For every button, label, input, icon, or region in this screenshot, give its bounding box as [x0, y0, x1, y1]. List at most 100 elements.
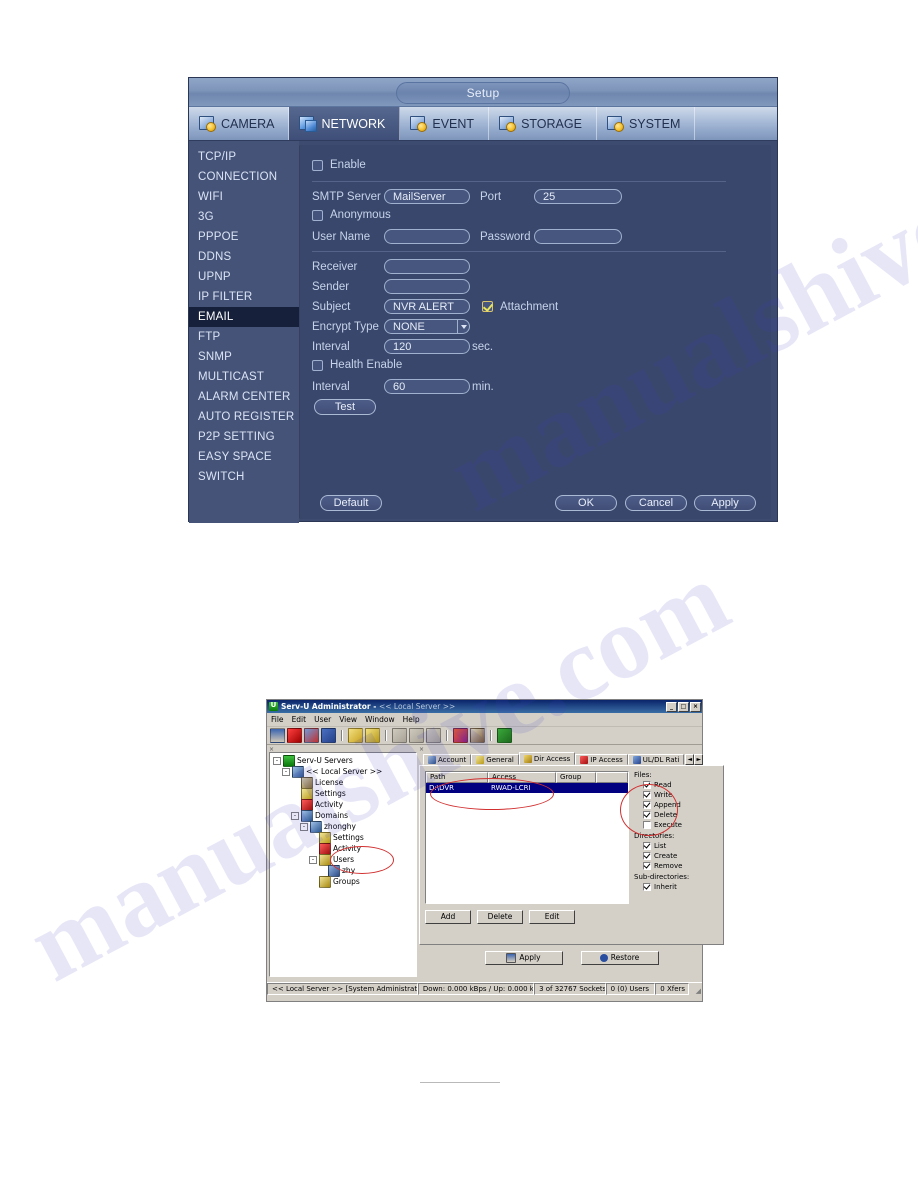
sidebar-item-easy-space[interactable]: EASY SPACE [189, 447, 299, 467]
close-icon[interactable]: × [690, 701, 701, 712]
interval-input[interactable]: 120 [384, 339, 470, 354]
delete-button[interactable]: Delete [477, 910, 523, 924]
file-permission-execute-checkbox[interactable] [643, 821, 651, 829]
new-user-icon[interactable] [365, 728, 380, 743]
health-enable-row[interactable]: Health Enable [312, 359, 402, 371]
maximize-icon[interactable]: □ [678, 701, 689, 712]
sidebar-item-pppoe[interactable]: PPPOE [189, 227, 299, 247]
file-permission-append[interactable]: Append [634, 800, 718, 810]
default-button[interactable]: Default [320, 495, 382, 511]
servu-restore-button[interactable]: Restore [580, 951, 659, 965]
tree-node-users[interactable]: - Users [273, 853, 413, 866]
sidebar-item-upnp[interactable]: UPNP [189, 267, 299, 287]
server-tree[interactable]: - Serv-U Servers - << Local Server >> Licens… [269, 752, 417, 977]
tab-camera[interactable]: CAMERA [189, 107, 290, 140]
column-header-group[interactable]: Group [556, 772, 596, 783]
servu-tab-account[interactable]: Account [423, 754, 472, 765]
servu-tab-ip-access[interactable]: IP Access [575, 754, 628, 765]
column-header-extra[interactable] [596, 772, 628, 783]
undo-icon[interactable] [321, 728, 336, 743]
tree-expander-icon[interactable]: - [273, 756, 281, 765]
tree-node-groups[interactable]: Groups [273, 875, 413, 888]
sidebar-item-ddns[interactable]: DDNS [189, 247, 299, 267]
servu-apply-button[interactable]: Apply [484, 951, 563, 965]
tab-scroll-right-icon[interactable]: ► [694, 754, 704, 765]
tree-node-license[interactable]: License [273, 776, 413, 789]
enable-checkbox[interactable] [312, 159, 323, 171]
menu-edit[interactable]: Edit [292, 715, 307, 724]
tree-node-activity[interactable]: Activity [273, 798, 413, 811]
sidebar-item-ftp[interactable]: FTP [189, 327, 299, 347]
sidebar-item-alarm-center[interactable]: ALARM CENTER [189, 387, 299, 407]
tree-node-serv-u-servers[interactable]: - Serv-U Servers [273, 754, 413, 767]
delete-icon[interactable] [287, 728, 302, 743]
menu-view[interactable]: View [339, 715, 357, 724]
tree-expander-icon[interactable]: - [291, 811, 299, 820]
new-server-icon[interactable] [304, 728, 319, 743]
health-interval-input[interactable]: 60 [384, 379, 470, 394]
file-permission-delete[interactable]: Delete [634, 810, 718, 820]
tab-network[interactable]: NETWORK [289, 107, 401, 140]
tab-event[interactable]: EVENT [400, 107, 490, 140]
cut-icon[interactable] [392, 728, 407, 743]
tree-node-local-server[interactable]: - << Local Server >> [273, 765, 413, 778]
file-permission-write-checkbox[interactable] [643, 791, 651, 799]
copy-icon[interactable] [409, 728, 424, 743]
sidebar-item-switch[interactable]: SWITCH [189, 467, 299, 487]
tree-node-activity[interactable]: Activity [273, 842, 413, 855]
sidebar-item-p2p-setting[interactable]: P2P SETTING [189, 427, 299, 447]
sidebar-item-multicast[interactable]: MULTICAST [189, 367, 299, 387]
resize-grip-icon[interactable]: ◢ [689, 983, 702, 995]
tree-expander-icon[interactable]: - [309, 855, 317, 864]
password-input[interactable] [534, 229, 622, 244]
file-permission-append-checkbox[interactable] [643, 801, 651, 809]
ok-button[interactable]: OK [555, 495, 617, 511]
dir-permission-create-checkbox[interactable] [643, 852, 651, 860]
sidebar-item-ip-filter[interactable]: IP FILTER [189, 287, 299, 307]
sidebar-item-connection[interactable]: CONNECTION [189, 167, 299, 187]
sidebar-item-auto-register[interactable]: AUTO REGISTER [189, 407, 299, 427]
tree-expander-icon[interactable]: - [300, 822, 308, 831]
health-enable-checkbox[interactable] [312, 359, 323, 371]
enable-checkbox-row[interactable]: Enable [312, 159, 366, 171]
servu-tab-ul-dl-rati[interactable]: UL/DL Rati [627, 754, 685, 765]
save-icon[interactable] [270, 728, 285, 743]
sidebar-item-tcp-ip[interactable]: TCP/IP [189, 147, 299, 167]
dir-permission-remove[interactable]: Remove [634, 861, 718, 871]
dir-permission-create[interactable]: Create [634, 851, 718, 861]
sender-input[interactable] [384, 279, 470, 294]
menu-window[interactable]: Window [365, 715, 395, 724]
tab-storage[interactable]: STORAGE [489, 107, 597, 140]
subdir-permission-inherit[interactable]: Inherit [634, 882, 718, 892]
apply-button[interactable]: Apply [694, 495, 756, 511]
tree-node-domains[interactable]: - Domains [273, 809, 413, 822]
tree-node-settings[interactable]: Settings [273, 831, 413, 844]
file-permission-read[interactable]: Read [634, 780, 718, 790]
servu-tab-general[interactable]: General [471, 754, 519, 765]
minimize-icon[interactable]: _ [666, 701, 677, 712]
file-permission-write[interactable]: Write [634, 790, 718, 800]
smtp-server-input[interactable]: MailServer [384, 189, 470, 204]
table-row[interactable]: D:\DVR RWAD-LCRI [426, 783, 628, 793]
servu-tab-dir-access[interactable]: Dir Access [518, 752, 576, 765]
username-input[interactable] [384, 229, 470, 244]
lock-icon[interactable] [470, 728, 485, 743]
column-header-access[interactable]: Access [488, 772, 556, 783]
test-button[interactable]: Test [314, 399, 376, 415]
file-permission-read-checkbox[interactable] [643, 781, 651, 789]
paste-icon[interactable] [426, 728, 441, 743]
tree-node-zhonghy[interactable]: - zhonghy [273, 820, 413, 833]
attachment-checkbox[interactable] [482, 301, 493, 312]
port-input[interactable]: 25 [534, 189, 622, 204]
column-header-path[interactable]: Path [426, 772, 488, 783]
tree-node-zhy[interactable]: zhy [273, 864, 413, 877]
new-domain-icon[interactable] [348, 728, 363, 743]
add-button[interactable]: Add [425, 910, 471, 924]
receiver-input[interactable] [384, 259, 470, 274]
cancel-button[interactable]: Cancel [625, 495, 687, 511]
tree-node-settings[interactable]: Settings [273, 787, 413, 800]
menu-user[interactable]: User [314, 715, 331, 724]
chevron-down-icon[interactable] [457, 319, 470, 334]
menu-file[interactable]: File [271, 715, 284, 724]
dir-permission-list-checkbox[interactable] [643, 842, 651, 850]
